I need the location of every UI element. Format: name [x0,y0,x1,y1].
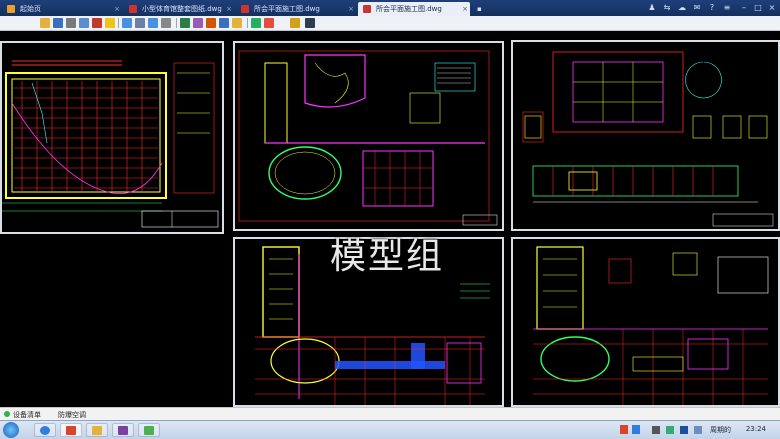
settings-icon[interactable]: ≡ [721,2,733,13]
dwg-file-icon [363,5,371,13]
users-icon[interactable]: ♟ [646,2,658,13]
watermark-text: 模型组 [330,236,445,277]
plus-icon: ▪ [477,5,482,13]
print-icon[interactable] [66,18,76,28]
tab-label: 小型体育馆整套图纸.dwg [142,5,222,13]
open-icon[interactable] [40,18,50,28]
zoom-icon[interactable] [122,18,132,28]
viewport-details[interactable] [511,40,780,231]
tab-label: 所会平面施工图.dwg [376,5,442,13]
taskbar-app-icon[interactable] [112,423,134,437]
dwg-file-icon [129,5,137,13]
viewport-plan-1[interactable] [0,41,224,234]
cloud-icon[interactable]: ☁ [676,2,688,13]
close-window-icon[interactable]: × [766,2,778,13]
taskbar-browser-icon[interactable] [34,423,56,437]
cloud-markup-icon[interactable] [264,18,274,28]
tab-start[interactable]: 起始页 × [2,2,122,16]
blocks-icon[interactable] [290,18,300,28]
status-dot-icon [4,411,10,417]
dwg-file-icon [241,5,249,13]
tray-input-icon[interactable] [694,426,702,434]
new-tab-button[interactable]: ▪ [473,2,489,16]
lock-icon[interactable] [105,18,115,28]
cad-drawing-2 [238,50,498,226]
close-icon[interactable]: × [114,2,120,16]
tray-keyboard-icon[interactable] [680,426,688,434]
tray-text[interactable]: 周期的 [710,425,731,435]
home-icon [7,5,15,13]
viewport-plan-4[interactable] [511,237,780,407]
tray-flag-icon[interactable] [652,426,660,434]
tab-label: 所会平面施工图.dwg [254,5,320,13]
text-icon[interactable] [180,18,190,28]
status-bar: 设备清单 防爆空调 [0,407,780,421]
cad-drawing-5 [533,246,769,405]
tab-drawing-2[interactable]: 所会平面施工图.dwg × [236,2,356,16]
minimize-icon[interactable]: – [738,2,750,13]
start-button-icon[interactable] [3,422,19,438]
help-icon[interactable]: ? [706,2,718,13]
status-right-label[interactable]: 防爆空调 [58,410,86,420]
tab-drawing-3[interactable]: 所会平面施工图.dwg × [358,2,470,16]
chat-icon[interactable]: ✉ [691,2,703,13]
share-icon[interactable]: ⇆ [661,2,673,13]
markup-icon[interactable] [232,18,242,28]
tab-drawing-1[interactable]: 小型体育馆整套图纸.dwg × [124,2,234,16]
clock[interactable]: 23:24 [746,425,766,433]
drawing-canvas[interactable]: 模型组 [0,31,780,407]
close-icon[interactable]: × [226,2,232,16]
export-icon[interactable] [79,18,89,28]
regen-icon[interactable] [161,18,171,28]
close-icon[interactable]: × [348,2,354,16]
taskbar-folder-icon[interactable] [86,423,108,437]
status-left-label[interactable]: 设备清单 [13,410,41,420]
taskbar: 周期的 23:24 [0,420,780,439]
tab-label: 起始页 [20,5,41,13]
cad-drawing-1 [2,60,219,228]
toolbar [0,16,780,31]
tray-network-icon[interactable] [632,425,640,434]
tray-volume-icon[interactable] [666,426,674,434]
pan-icon[interactable] [135,18,145,28]
properties-icon[interactable] [305,18,315,28]
tab-bar: 起始页 × 小型体育馆整套图纸.dwg × 所会平面施工图.dwg × 所会平面… [0,0,780,16]
save-icon[interactable] [53,18,63,28]
viewport-plan-2[interactable] [233,41,504,231]
pdf-icon[interactable] [92,18,102,28]
cad-drawing-3 [522,51,774,227]
tray-app-icon[interactable] [620,425,628,434]
taskbar-paint-icon[interactable] [138,423,160,437]
maximize-icon[interactable]: □ [752,2,764,13]
compare-icon[interactable] [219,18,229,28]
taskbar-cad-viewer-icon[interactable] [60,423,82,437]
measure-icon[interactable] [193,18,203,28]
layer-icon[interactable] [206,18,216,28]
zoom-extents-icon[interactable] [148,18,158,28]
close-icon[interactable]: × [462,2,468,16]
annotate-icon[interactable] [251,18,261,28]
